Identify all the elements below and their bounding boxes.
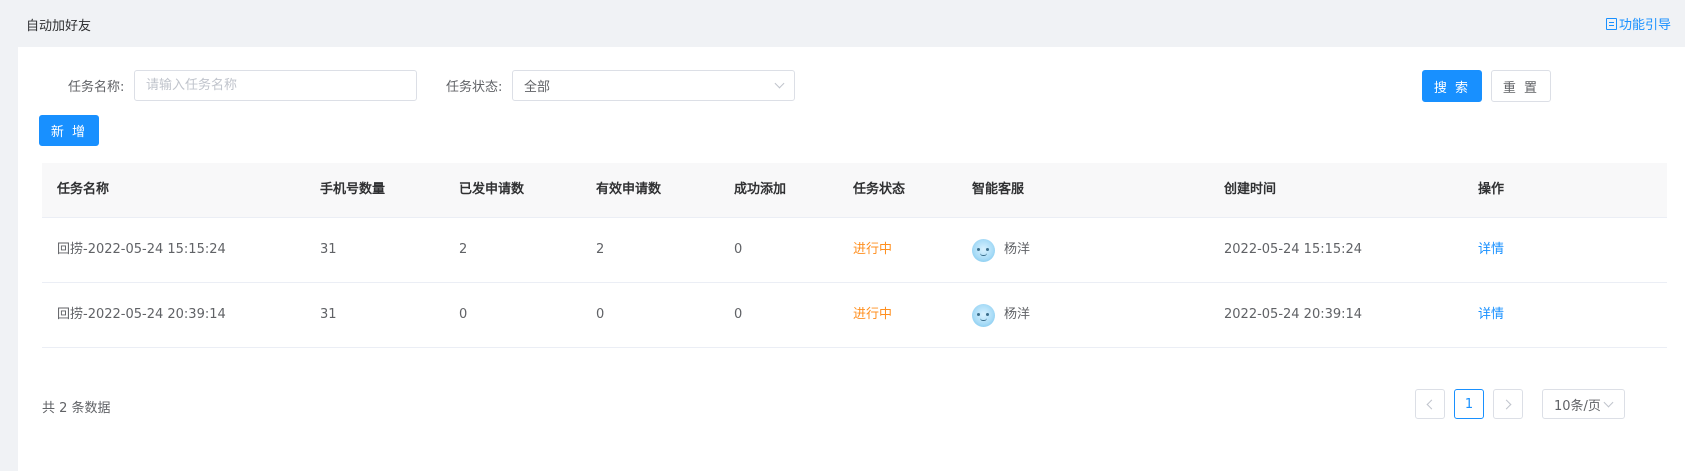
table-header: 任务名称 手机号数量 已发申请数 有效申请数 成功添加 任务状态 智能客服 创建…: [42, 163, 1667, 218]
page-number-button[interactable]: 1: [1454, 389, 1484, 419]
cell-created: 2022-05-24 15:15:24: [1224, 242, 1363, 257]
cell-status: 进行中: [853, 307, 893, 322]
column-header-task-name: 任务名称: [57, 182, 110, 197]
total-count: 共 2 条数据: [42, 401, 111, 416]
page-size-select[interactable]: 10条/页: [1542, 389, 1625, 419]
chevron-right-icon: [1501, 399, 1512, 409]
task-name-label: 任务名称:: [68, 80, 125, 95]
content-card: 任务名称: 任务状态: 全部 搜 索 重 置 新 增 任务名称 手机号数量 已发…: [18, 47, 1685, 471]
task-table: 任务名称 手机号数量 已发申请数 有效申请数 成功添加 任务状态 智能客服 创建…: [42, 163, 1667, 348]
column-header-agent: 智能客服: [972, 182, 1025, 197]
column-header-action: 操作: [1478, 182, 1505, 197]
search-button[interactable]: 搜 索: [1422, 70, 1482, 102]
feature-guide-link[interactable]: 功能引导: [1605, 14, 1671, 33]
cell-phone-count: 31: [320, 242, 337, 257]
avatar: [972, 303, 995, 327]
column-header-valid: 有效申请数: [596, 182, 662, 197]
cell-task-name: 回捞-2022-05-24 15:15:24: [57, 242, 226, 257]
details-link[interactable]: 详情: [1478, 283, 1504, 347]
cell-agent: 杨洋: [972, 218, 1030, 282]
prev-page-button[interactable]: [1415, 389, 1445, 419]
task-status-select[interactable]: 全部: [512, 70, 795, 101]
feature-guide-label: 功能引导: [1618, 18, 1671, 33]
cell-added: 0: [734, 242, 743, 257]
cell-valid: 2: [596, 242, 605, 257]
agent-name: 杨洋: [1004, 307, 1031, 322]
cell-added: 0: [734, 307, 743, 322]
reset-button[interactable]: 重 置: [1491, 70, 1551, 102]
guide-icon: [1605, 17, 1617, 30]
cell-phone-count: 31: [320, 307, 337, 322]
cell-valid: 0: [596, 307, 605, 322]
column-header-added: 成功添加: [734, 182, 787, 197]
column-header-sent: 已发申请数: [459, 182, 525, 197]
top-bar: 自动加好友 功能引导: [0, 0, 1685, 47]
cell-agent: 杨洋: [972, 283, 1030, 347]
task-status-label: 任务状态:: [446, 80, 503, 95]
page-size-value: 10条/页: [1554, 398, 1601, 414]
avatar: [972, 238, 995, 262]
next-page-button[interactable]: [1493, 389, 1523, 419]
cell-status: 进行中: [853, 242, 893, 257]
table-row: 回捞-2022-05-24 20:39:14 31 0 0 0 进行中 杨洋 2…: [42, 283, 1667, 348]
chevron-down-icon: [774, 78, 785, 89]
details-link[interactable]: 详情: [1478, 218, 1504, 282]
task-status-value: 全部: [524, 80, 551, 95]
cell-task-name: 回捞-2022-05-24 20:39:14: [57, 307, 226, 322]
chevron-left-icon: [1426, 399, 1437, 409]
cell-created: 2022-05-24 20:39:14: [1224, 307, 1363, 322]
add-button[interactable]: 新 增: [39, 115, 99, 146]
cell-sent: 2: [459, 242, 468, 257]
task-name-input[interactable]: [134, 70, 417, 101]
column-header-phone-count: 手机号数量: [320, 182, 386, 197]
chevron-down-icon: [1603, 397, 1614, 407]
agent-name: 杨洋: [1004, 242, 1031, 257]
table-row: 回捞-2022-05-24 15:15:24 31 2 2 0 进行中 杨洋 2…: [42, 218, 1667, 283]
page-title: 自动加好友: [26, 19, 92, 34]
cell-sent: 0: [459, 307, 468, 322]
column-header-created: 创建时间: [1224, 182, 1277, 197]
column-header-status: 任务状态: [853, 182, 906, 197]
